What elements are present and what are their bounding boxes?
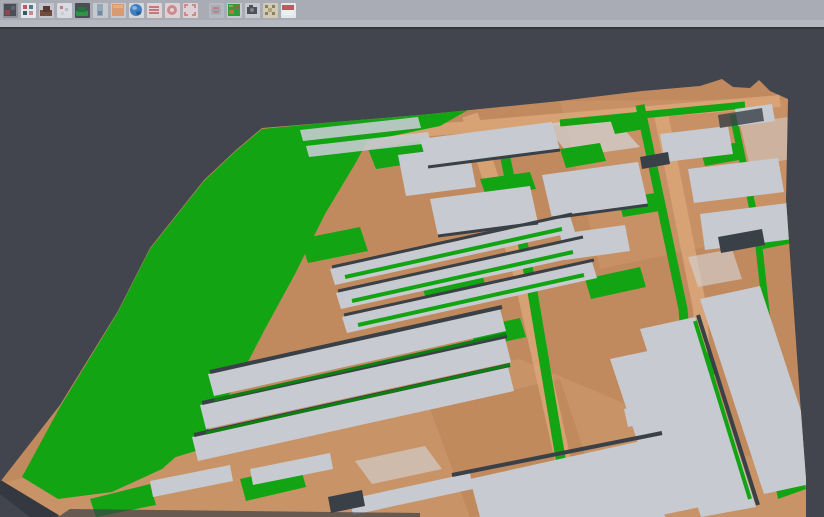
toolbar-lower-strip (0, 20, 824, 27)
red-list-icon (147, 3, 162, 18)
fit-view-icon (263, 3, 278, 18)
green-terrain-icon (75, 3, 90, 18)
red-ring-button[interactable] (164, 2, 180, 18)
red-list-button[interactable] (146, 2, 162, 18)
point-pairs-icon (21, 3, 36, 18)
toolbar-icon-row (2, 2, 298, 18)
red-ring-icon (165, 3, 180, 18)
globe-icon (129, 3, 144, 18)
brown-terrain-button[interactable] (38, 2, 54, 18)
toolbar (0, 0, 824, 20)
globe-button[interactable] (128, 2, 144, 18)
camera-icon (245, 3, 260, 18)
red-white-card-button[interactable] (280, 2, 296, 18)
application-window (0, 0, 824, 517)
viewport-3d[interactable] (0, 29, 824, 517)
orange-tile-icon (111, 3, 126, 18)
fit-view-button[interactable] (262, 2, 278, 18)
dark-cube-button[interactable] (2, 2, 18, 18)
dark-cube-icon (3, 3, 18, 18)
point-pairs-button[interactable] (20, 2, 36, 18)
red-white-card-icon (281, 3, 296, 18)
classification-map-icon (227, 3, 242, 18)
orange-tile-button[interactable] (110, 2, 126, 18)
grid-red-button[interactable] (208, 2, 224, 18)
viewport (0, 29, 824, 517)
sparse-points-button[interactable] (56, 2, 72, 18)
green-terrain-button[interactable] (74, 2, 90, 18)
camera-button[interactable] (244, 2, 260, 18)
selection-brackets-icon (183, 3, 198, 18)
brown-terrain-icon (39, 3, 54, 18)
sparse-points-icon (57, 3, 72, 18)
classification-map-button[interactable] (226, 2, 242, 18)
selection-brackets-button[interactable] (182, 2, 198, 18)
grid-red-icon (209, 3, 224, 18)
level-bar-button[interactable] (92, 2, 108, 18)
level-bar-icon (93, 3, 108, 18)
